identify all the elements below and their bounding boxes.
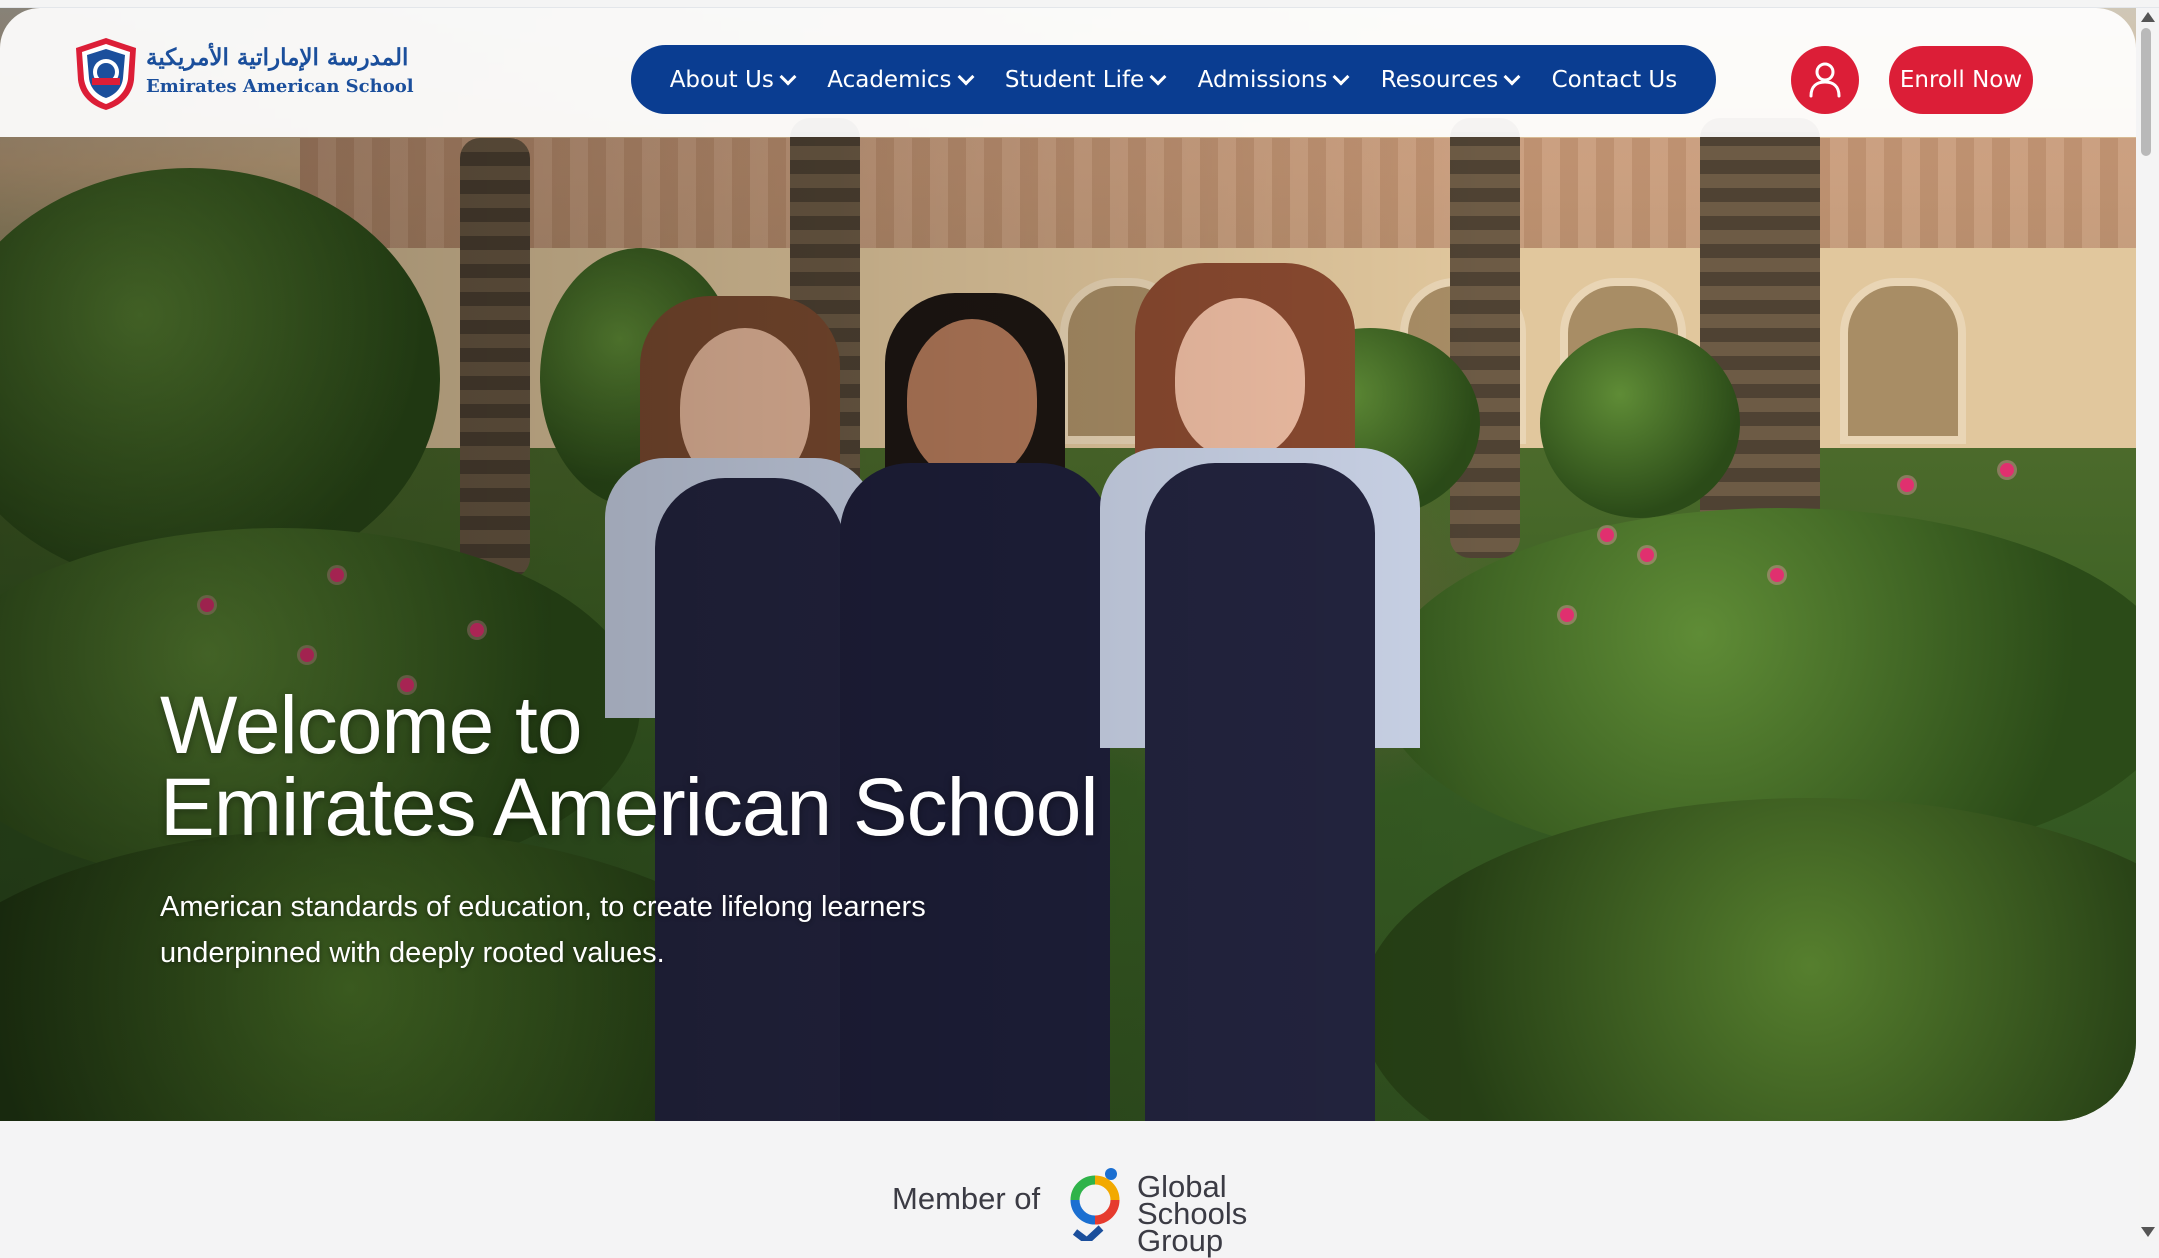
- nav-item-academics[interactable]: Academics: [827, 66, 974, 93]
- site-header: المدرسة الإماراتية الأمريكية Emirates Am…: [0, 8, 2136, 137]
- chevron-down-icon: [957, 68, 974, 85]
- nav-label: Contact Us: [1551, 66, 1678, 93]
- nav-label: Resources: [1380, 66, 1499, 93]
- global-schools-group-logo-icon[interactable]: [1067, 1166, 1127, 1241]
- nav-label: Academics: [827, 66, 952, 93]
- page-scrollbar[interactable]: [2139, 18, 2159, 1241]
- nav-label: About Us: [669, 66, 774, 93]
- nav-label: Admissions: [1197, 66, 1328, 93]
- chevron-down-icon: [779, 68, 797, 85]
- hero-title: Welcome to Emirates American School: [160, 680, 1099, 853]
- nav-item-contact-us[interactable]: Contact Us: [1552, 67, 1678, 93]
- nav-item-resources[interactable]: Resources: [1380, 66, 1521, 93]
- user-icon: [1809, 62, 1841, 98]
- user-account-button[interactable]: [1791, 46, 1859, 114]
- main-nav: About Us Academics Student Life Admissio…: [631, 45, 1716, 114]
- enroll-now-button[interactable]: Enroll Now: [1889, 46, 2033, 114]
- scroll-up-arrow-icon[interactable]: [2141, 12, 2155, 22]
- global-schools-group-name[interactable]: Global Schools Group: [1137, 1171, 1247, 1256]
- scroll-down-arrow-icon[interactable]: [2141, 1227, 2155, 1237]
- nav-item-admissions[interactable]: Admissions: [1197, 66, 1350, 93]
- scrollbar-thumb[interactable]: [2141, 28, 2151, 156]
- chevron-down-icon: [1503, 68, 1521, 85]
- hero-subtitle: American standards of education, to crea…: [160, 891, 926, 969]
- nav-item-student-life[interactable]: Student Life: [1004, 66, 1167, 93]
- hero-title-line2: Emirates American School: [160, 762, 1099, 853]
- nav-item-about-us[interactable]: About Us: [669, 66, 797, 93]
- chevron-down-icon: [1149, 68, 1167, 85]
- logo-arabic-text[interactable]: المدرسة الإماراتية الأمريكية: [146, 44, 408, 71]
- hero-title-line1: Welcome to: [160, 680, 582, 771]
- chevron-down-icon: [1332, 68, 1350, 85]
- browser-top-edge: [0, 0, 2159, 8]
- school-crest-icon[interactable]: [72, 36, 140, 112]
- logo-english-text[interactable]: Emirates American School: [146, 76, 414, 97]
- nav-label: Student Life: [1004, 66, 1145, 93]
- member-of-label: Member of: [892, 1181, 1041, 1216]
